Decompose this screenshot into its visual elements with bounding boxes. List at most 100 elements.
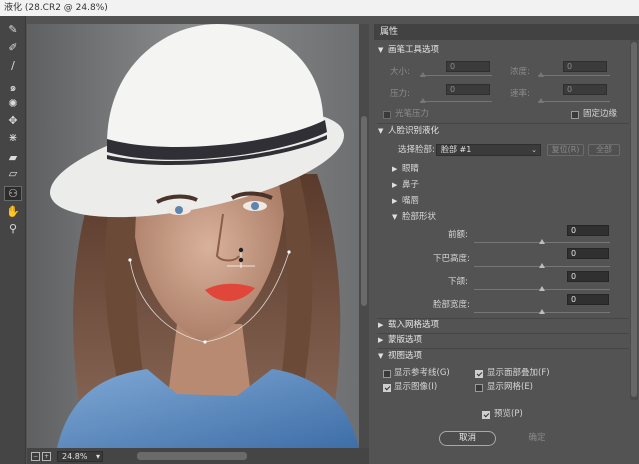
brush-options-section[interactable]: ▼ 画笔工具选项: [378, 44, 439, 57]
brush-density-field[interactable]: 0: [563, 61, 607, 72]
canvas-vertical-scroll-thumb[interactable]: [361, 116, 367, 306]
show-image-checkbox[interactable]: [383, 384, 391, 392]
view-options-section[interactable]: ▼ 视图选项: [378, 350, 422, 363]
divider: [377, 123, 629, 124]
mask-options-section[interactable]: ▶ 蒙版选项: [378, 334, 422, 347]
face-icon: ⚇: [8, 187, 18, 200]
forehead-field[interactable]: 0: [567, 225, 609, 236]
smooth-tool-button[interactable]: ∕: [4, 58, 22, 73]
mask-options-title: 蒙版选项: [388, 335, 423, 345]
show-guides-checkbox[interactable]: [383, 370, 391, 378]
brush-pressure-label: 压力:: [390, 89, 410, 99]
show-mesh-checkbox[interactable]: [475, 384, 483, 392]
zoom-level-field[interactable]: 24.8% ▾: [57, 450, 103, 462]
load-mesh-section[interactable]: ▶ 载入网格选项: [378, 319, 439, 332]
hand-icon: ✋: [6, 205, 20, 218]
brush-pressure-field[interactable]: 0: [446, 84, 490, 95]
brush-size-slider-handle[interactable]: [420, 72, 426, 77]
properties-panel-header: 属性: [374, 24, 639, 40]
triangle-right-icon: ▶: [392, 165, 398, 173]
zoom-icon: ⚲: [8, 222, 18, 235]
brush-rate-slider[interactable]: [538, 101, 610, 102]
load-mesh-title: 载入网格选项: [388, 320, 440, 330]
select-face-value: 脸部 #1: [441, 145, 472, 154]
chin-height-field[interactable]: 0: [567, 248, 609, 259]
properties-panel-scrollbar[interactable]: [630, 40, 638, 400]
canvas-horizontal-scroll-thumb[interactable]: [137, 452, 247, 460]
brush-pressure-slider-handle[interactable]: [420, 98, 426, 103]
jawline-slider-handle[interactable]: [539, 286, 545, 291]
nose-subsection[interactable]: ▶ 鼻子: [392, 179, 419, 191]
face-width-slider-handle[interactable]: [539, 309, 545, 314]
twirl-tool-button[interactable]: ๑: [4, 80, 22, 95]
mouth-subsection[interactable]: ▶ 嘴唇: [392, 195, 419, 207]
stylus-pressure-label: 光笔压力: [395, 109, 430, 119]
chin-height-label: 下巴高度:: [433, 254, 470, 264]
forehead-label: 前额:: [448, 230, 468, 240]
forward-warp-tool-button[interactable]: ✎: [4, 22, 22, 37]
window-title: 液化 (28.CR2 @ 24.8%): [0, 0, 639, 16]
jawline-field[interactable]: 0: [567, 271, 609, 282]
brush-density-label: 浓度:: [510, 67, 530, 77]
push-left-tool-button[interactable]: ⋇: [4, 130, 22, 145]
show-face-overlay-checkbox[interactable]: [475, 370, 483, 378]
brush-density-slider-handle[interactable]: [538, 72, 544, 77]
pucker-tool-button[interactable]: ✺: [4, 96, 22, 111]
properties-panel-scroll-thumb[interactable]: [631, 42, 637, 397]
preview-checkbox[interactable]: [482, 411, 490, 419]
brush-options-title: 画笔工具选项: [388, 45, 440, 55]
twirl-icon: ๑: [9, 81, 17, 94]
show-guides-label: 显示参考线(G): [394, 368, 450, 378]
pin-edges-checkbox[interactable]: [571, 111, 579, 119]
chevron-down-icon: ▾: [95, 451, 100, 461]
brush-rate-field[interactable]: 0: [563, 84, 607, 95]
nose-label: 鼻子: [402, 180, 420, 190]
ok-button[interactable]: 确定: [512, 431, 562, 446]
stylus-pressure-checkbox[interactable]: [383, 111, 391, 119]
brush-size-slider[interactable]: [420, 75, 492, 76]
brush-rate-slider-handle[interactable]: [538, 98, 544, 103]
face-width-field[interactable]: 0: [567, 294, 609, 305]
zoom-level-value: 24.8%: [62, 451, 88, 461]
canvas-vertical-scrollbar[interactable]: [359, 24, 369, 448]
reset-button[interactable]: 复位(R): [547, 144, 584, 156]
select-face-dropdown[interactable]: 脸部 #1 ⌄: [436, 144, 541, 156]
cancel-button[interactable]: 取消: [439, 431, 496, 446]
tool-panel: ✎ ✐ ∕ ๑ ✺ ✥ ⋇ ▰ ▱ ⚇ ✋ ⚲: [0, 16, 26, 464]
eyes-subsection[interactable]: ▶ 眼睛: [392, 163, 419, 175]
brush-pressure-slider[interactable]: [420, 101, 492, 102]
forward-warp-icon: ✎: [8, 23, 18, 36]
chevron-down-icon: ⌄: [531, 146, 537, 154]
freeze-mask-icon: ▰: [8, 151, 18, 164]
freeze-mask-tool-button[interactable]: ▰: [4, 150, 22, 165]
forehead-slider-handle[interactable]: [539, 239, 545, 244]
jawline-label: 下颌:: [448, 277, 468, 287]
face-aware-section[interactable]: ▼ 人脸识别液化: [378, 125, 439, 138]
face-tool-button[interactable]: ⚇: [4, 186, 22, 201]
portrait-photo: [27, 24, 359, 448]
triangle-right-icon: ▶: [392, 197, 398, 205]
face-shape-subsection[interactable]: ▼ 脸部形状: [392, 211, 436, 223]
divider: [377, 348, 629, 349]
chin-height-slider-handle[interactable]: [539, 263, 545, 268]
thaw-mask-tool-button[interactable]: ▱: [4, 166, 22, 181]
reconstruct-tool-button[interactable]: ✐: [4, 40, 22, 55]
brush-density-slider[interactable]: [538, 75, 610, 76]
preview-label: 预览(P): [494, 409, 523, 419]
thaw-mask-icon: ▱: [8, 167, 18, 180]
triangle-right-icon: ▶: [392, 181, 398, 189]
pucker-icon: ✺: [8, 97, 18, 110]
brush-rate-label: 速率:: [510, 89, 530, 99]
brush-size-field[interactable]: 0: [446, 61, 490, 72]
zoom-out-button[interactable]: −: [31, 451, 40, 461]
show-mesh-label: 显示网格(E): [487, 382, 534, 392]
bloat-tool-button[interactable]: ✥: [4, 113, 22, 128]
mouth-label: 嘴唇: [402, 196, 420, 206]
face-width-label: 脸部宽度:: [433, 300, 470, 310]
triangle-down-icon: ▼: [378, 352, 384, 360]
zoom-tool-button[interactable]: ⚲: [4, 221, 22, 236]
hand-tool-button[interactable]: ✋: [4, 204, 22, 219]
image-canvas[interactable]: [27, 24, 359, 448]
all-button[interactable]: 全部: [588, 144, 620, 156]
zoom-in-button[interactable]: +: [42, 451, 51, 461]
